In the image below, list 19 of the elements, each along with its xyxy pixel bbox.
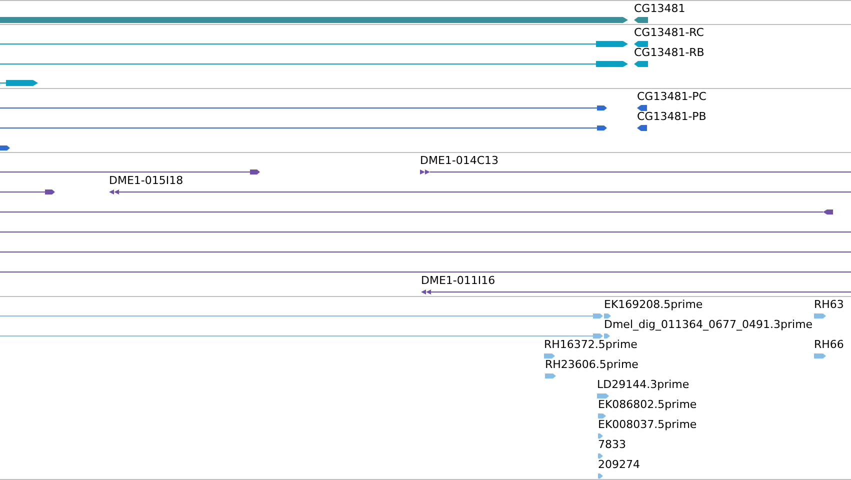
feature-label: Dmel_dig_011364_0677_0491.3prime: [604, 319, 813, 331]
feature-label: EK086802.5prime: [598, 399, 697, 411]
feature-label: CG13481: [634, 3, 686, 15]
feature-label: RH23606.5prime: [545, 359, 638, 371]
feature-label: DME1-011I16: [421, 275, 496, 287]
feature-label: EK008037.5prime: [598, 419, 697, 431]
feature-label: CG13481-PB: [637, 111, 706, 123]
feature-label: RH16372.5prime: [544, 339, 638, 351]
feature-label: CG13481-RC: [634, 27, 704, 39]
feature-label: LD29144.3prime: [597, 379, 690, 391]
feature-label: EK169208.5prime: [604, 299, 703, 311]
feature-label: RH63: [814, 299, 844, 311]
feature-label: 7833: [598, 439, 626, 451]
feature-label: DME1-015I18: [109, 175, 184, 187]
feature-label: 209274: [598, 459, 640, 471]
feature-label: CG13481-PC: [637, 91, 706, 103]
feature-label: CG13481-RB: [634, 47, 704, 59]
feature-label: RH66: [814, 339, 844, 351]
feature-label: DME1-014C13: [420, 155, 499, 167]
